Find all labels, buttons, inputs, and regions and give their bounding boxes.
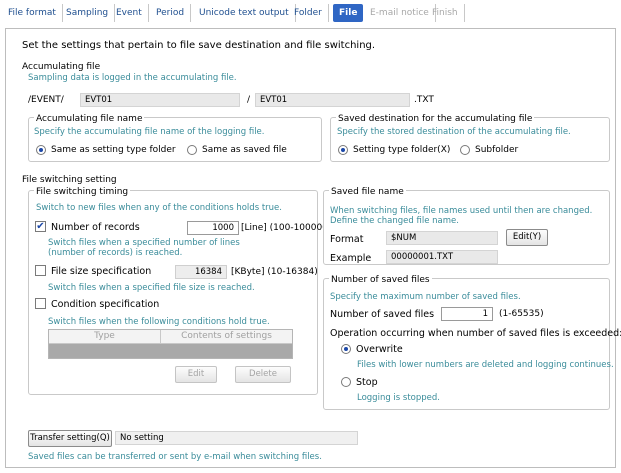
column-header-type: Type [49,330,161,344]
file-switching-timing-title: File switching timing [34,187,131,197]
subfolder-radio[interactable] [460,145,470,155]
page-heading: Set the settings that pertain to file sa… [22,40,376,51]
accumulating-file-title: Accumulating file [22,62,101,72]
tab-sampling[interactable]: Sampling [60,4,116,22]
format-label: Format [330,234,364,245]
tab-folder[interactable]: Folder [288,4,329,22]
tab-event[interactable]: Event [110,4,149,22]
accumulating-file-name-hint: Specify the accumulating file name of th… [34,127,265,137]
column-header-contents: Contents of settings [161,330,292,344]
stop-label[interactable]: Stop [356,377,378,388]
stop-radio[interactable] [341,377,351,387]
condition-specification-checkbox[interactable] [35,298,46,309]
same-as-saved-file-radio[interactable] [187,145,197,155]
file-size-input[interactable]: 16384 [175,265,227,279]
tab-file[interactable]: File [333,4,364,22]
number-of-saved-files-title: Number of saved files [329,275,432,285]
file-switching-timing-hint: Switch to new files when any of the cond… [36,203,282,213]
saved-file-name-title: Saved file name [329,187,406,197]
same-as-setting-folder-radio[interactable] [36,145,46,155]
overwrite-radio[interactable] [341,344,351,354]
condition-specification-label[interactable]: Condition specification [51,299,159,310]
file-switching-title: File switching setting [22,175,117,185]
file-size-checkbox[interactable] [35,265,46,276]
number-of-records-hint-2: (number of records) is reached. [48,248,183,258]
transfer-setting-field: No setting [115,431,358,445]
tab-file-format[interactable]: File format [2,4,63,22]
tab-unicode-text-output[interactable]: Unicode text output [193,4,296,22]
number-of-records-checkbox[interactable]: ✔ [35,221,46,232]
same-as-saved-file-label[interactable]: Same as saved file [202,145,287,155]
format-field: $NUM [386,231,498,245]
tab-finish[interactable]: Finish [426,4,465,22]
path-separator: / [247,95,251,105]
tab-period[interactable]: Period [150,4,192,22]
number-of-records-label[interactable]: Number of records [51,222,140,233]
saved-files-count-label: Number of saved files [330,309,435,320]
format-edit-button[interactable]: Edit(Y) [506,229,548,246]
saved-file-name-hint-1: When switching files, file names used un… [330,206,593,216]
example-field: 00000001.TXT [386,250,498,264]
folder-name-field: EVT01 [80,93,240,107]
number-of-saved-files-hint: Specify the maximum number of saved file… [330,292,521,302]
path-prefix: /EVENT/ [28,95,64,105]
conditions-table: Type Contents of settings [48,329,293,359]
saved-destination-title: Saved destination for the accumulating f… [336,114,535,124]
tab-bar: File format Sampling Event Period Unicod… [0,0,621,26]
exceeded-operation-label: Operation occurring when number of saved… [330,328,621,339]
overwrite-label[interactable]: Overwrite [356,344,403,355]
condition-edit-button[interactable]: Edit [175,366,217,383]
number-of-records-unit: [Line] (100-100000) [241,223,332,233]
condition-delete-button[interactable]: Delete [235,366,291,383]
saved-file-name-hint-2: Define the changed file name. [330,216,459,226]
file-extension: .TXT [414,95,434,105]
file-size-hint: Switch files when a specified file size … [48,283,255,293]
saved-files-count-input[interactable]: 1 [441,307,493,321]
file-size-unit: [KByte] (10-16384) [231,267,318,277]
saved-files-count-range: (1-65535) [499,309,544,319]
subfolder-label[interactable]: Subfolder [475,145,518,155]
overwrite-hint: Files with lower numbers are deleted and… [357,360,614,370]
setting-type-folder-radio[interactable] [338,145,348,155]
accumulating-file-name-title: Accumulating file name [34,114,145,124]
transfer-setting-hint: Saved files can be transferred or sent b… [28,452,322,462]
table-row[interactable] [49,344,292,358]
transfer-setting-button[interactable]: Transfer setting(Q) [28,430,112,447]
same-as-setting-folder-label[interactable]: Same as setting type folder [51,145,176,155]
setting-type-folder-label[interactable]: Setting type folder(X) [353,145,450,155]
example-label: Example [330,253,372,264]
file-size-label[interactable]: File size specification [51,266,151,277]
number-of-records-input[interactable]: 1000 [187,221,239,235]
saved-destination-hint: Specify the stored destination of the ac… [337,127,571,137]
accumulating-file-hint: Sampling data is logged in the accumulat… [28,73,237,83]
stop-hint: Logging is stopped. [357,393,440,403]
file-name-field: EVT01 [255,93,410,107]
condition-specification-hint: Switch files when the following conditio… [48,317,270,327]
number-of-records-hint-1: Switch files when a specified number of … [48,238,240,248]
